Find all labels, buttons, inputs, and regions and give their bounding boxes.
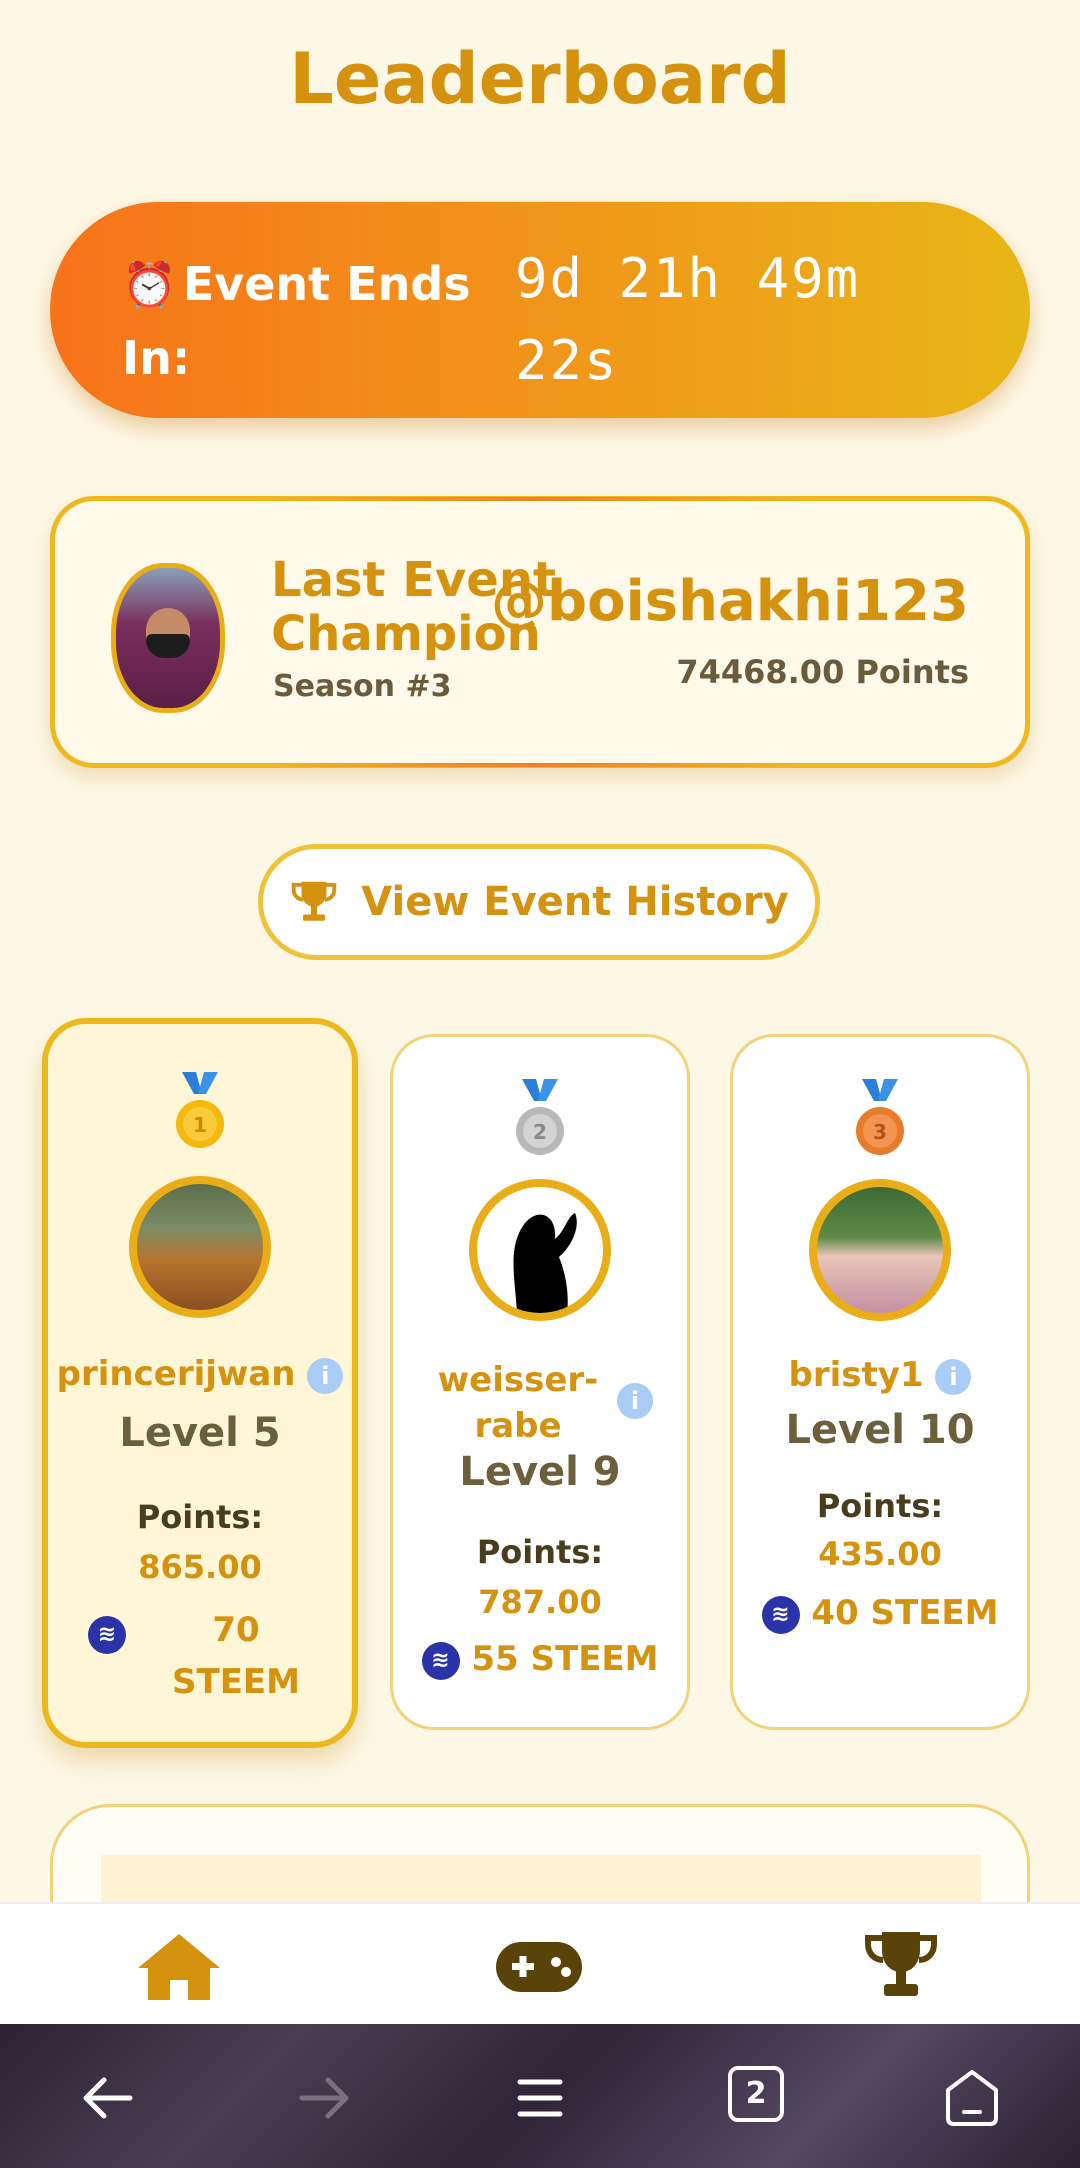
gamepad-icon[interactable] [494,1930,584,2002]
podium-username[interactable]: bristy1 i [733,1355,1027,1395]
last-champion-card[interactable]: Last Event Champion Season #3 @boishakhi… [50,496,1030,768]
points-label: Points: [136,1498,264,1536]
countdown-line-2: 22s [515,329,619,392]
podium-level: Level 10 [785,1407,975,1453]
timer-countdown: 9d 21h 49m 22s [515,238,985,402]
podium-card-second[interactable]: 2 weisser-rabe i Level 9 Points: 787.00 … [390,1034,690,1730]
back-arrow-icon[interactable] [76,2066,140,2130]
silver-medal-icon: 2 [516,1079,564,1155]
podium-level: Level 9 [459,1449,621,1495]
system-nav-bar: 2 [0,2024,1080,2168]
home-outline-icon[interactable] [940,2066,1004,2130]
podium-card-first[interactable]: 1 princerijwan i Level 5 Points: 865.00 … [42,1018,358,1748]
reward: 55 STEEM [393,1639,687,1680]
points-value: 787.00 [478,1583,602,1621]
podium-username[interactable]: weisser-rabe i [393,1357,687,1449]
svg-text:2: 2 [533,1120,547,1144]
info-icon[interactable]: i [617,1383,653,1419]
podium-card-third[interactable]: 3 bristy1 i Level 10 Points: 435.00 40 S… [730,1034,1030,1730]
avatar [469,1179,611,1321]
home-icon[interactable] [134,1930,224,2002]
svg-text:3: 3 [873,1120,887,1144]
podium-level: Level 5 [119,1410,281,1456]
countdown-line-1: 9d 21h 49m [515,247,861,310]
info-icon[interactable]: i [935,1358,972,1395]
history-button-label: View Event History [361,879,789,925]
podium-username[interactable]: princerijwan i [48,1354,352,1394]
page-title: Leaderboard [289,38,791,120]
reward: 70 STEEM [76,1604,336,1708]
card-accent-top [255,497,815,501]
forward-arrow-icon[interactable] [292,2066,356,2130]
bottom-nav [0,1902,1080,2026]
avatar [129,1176,271,1318]
card-accent-bottom [255,763,815,767]
view-event-history-button[interactable]: View Event History [258,844,820,960]
bronze-medal-icon: 3 [856,1079,904,1155]
info-icon[interactable]: i [307,1357,344,1394]
champion-season: Season #3 [273,669,452,704]
gold-medal-icon: 1 [176,1072,224,1148]
svg-text:1: 1 [193,1113,207,1137]
champion-handle[interactable]: @boishakhi123 [491,569,969,634]
champion-avatar [111,563,225,713]
points-value: 865.00 [138,1548,262,1586]
tab-switcher-button[interactable]: 2 [728,2066,784,2122]
points-label: Points: [476,1533,604,1571]
trophy-icon[interactable] [856,1930,946,2002]
event-timer-banner: ⏰ Event Ends In: 9d 21h 49m 22s [50,202,1030,418]
alarm-clock-icon: ⏰ [122,260,177,311]
trophy-icon [292,881,337,921]
menu-icon[interactable] [508,2066,572,2130]
points-value: 435.00 [818,1535,942,1573]
champion-points: 74468.00 Points [676,653,969,691]
steem-icon [421,1641,460,1680]
points-label: Points: [816,1487,944,1525]
avatar [809,1179,951,1321]
steem-icon [88,1616,126,1654]
steem-icon [761,1595,800,1634]
reward: 40 STEEM [733,1593,1027,1634]
timer-label: ⏰ Event Ends In: [122,257,471,385]
